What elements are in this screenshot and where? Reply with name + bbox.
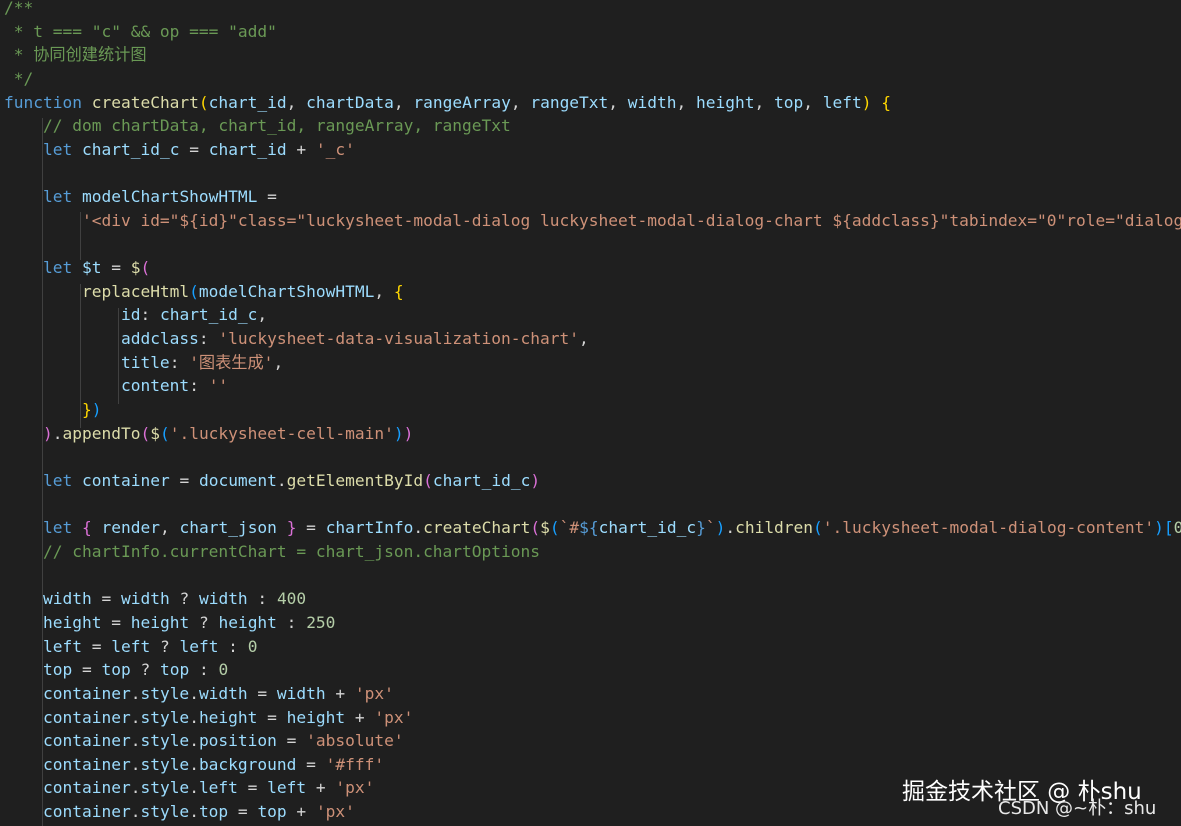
code-line[interactable]: left = left ? left : 0 [4,635,257,659]
code-line[interactable]: function createChart(chart_id, chartData… [4,91,891,115]
code-line[interactable]: replaceHtml(modelChartShowHTML, { [4,280,404,304]
code-line[interactable]: id: chart_id_c, [4,303,267,327]
code-line[interactable]: top = top ? top : 0 [4,658,228,682]
code-line[interactable]: let modelChartShowHTML = [4,185,277,209]
code-line[interactable]: container.style.top = top + 'px' [4,800,355,824]
code-line[interactable]: let { render, chart_json } = chartInfo.c… [4,516,1181,540]
code-line[interactable]: title: '图表生成', [4,351,283,375]
code-line[interactable]: let container = document.getElementById(… [4,469,540,493]
code-line[interactable]: content: '' [4,374,228,398]
code-line[interactable]: width = width ? width : 400 [4,587,306,611]
code-line[interactable]: height = height ? height : 250 [4,611,335,635]
code-line[interactable]: container.style.left = left + 'px' [4,776,374,800]
code-line[interactable]: '<div id="${id}"class="luckysheet-modal-… [4,209,1181,233]
code-line[interactable]: * t === "c" && op === "add" [4,20,277,44]
code-line[interactable]: * 协同创建统计图 [4,43,147,67]
code-editor[interactable]: /** * t === "c" && op === "add" * 协同创建统计… [0,0,1181,826]
code-line[interactable]: container.style.position = 'absolute' [4,729,404,753]
code-line[interactable]: // chartInfo.currentChart = chart_json.c… [4,540,540,564]
code-line[interactable]: /** [4,0,33,20]
code-line[interactable]: container.style.background = '#fff' [4,753,384,777]
code-line[interactable]: }) [4,398,102,422]
code-line[interactable]: container.style.width = width + 'px' [4,682,394,706]
code-line[interactable]: let $t = $( [4,256,150,280]
code-line[interactable]: */ [4,67,34,91]
code-line[interactable]: container.style.height = height + 'px' [4,706,413,730]
code-line[interactable]: // dom chartData, chart_id, rangeArray, … [4,114,511,138]
csdn-watermark: CSDN @~朴：shu [998,798,1157,819]
code-line[interactable]: addclass: 'luckysheet-data-visualization… [4,327,589,351]
code-line[interactable]: let chart_id_c = chart_id + '_c' [4,138,355,162]
code-line[interactable]: ).appendTo($('.luckysheet-cell-main')) [4,422,413,446]
